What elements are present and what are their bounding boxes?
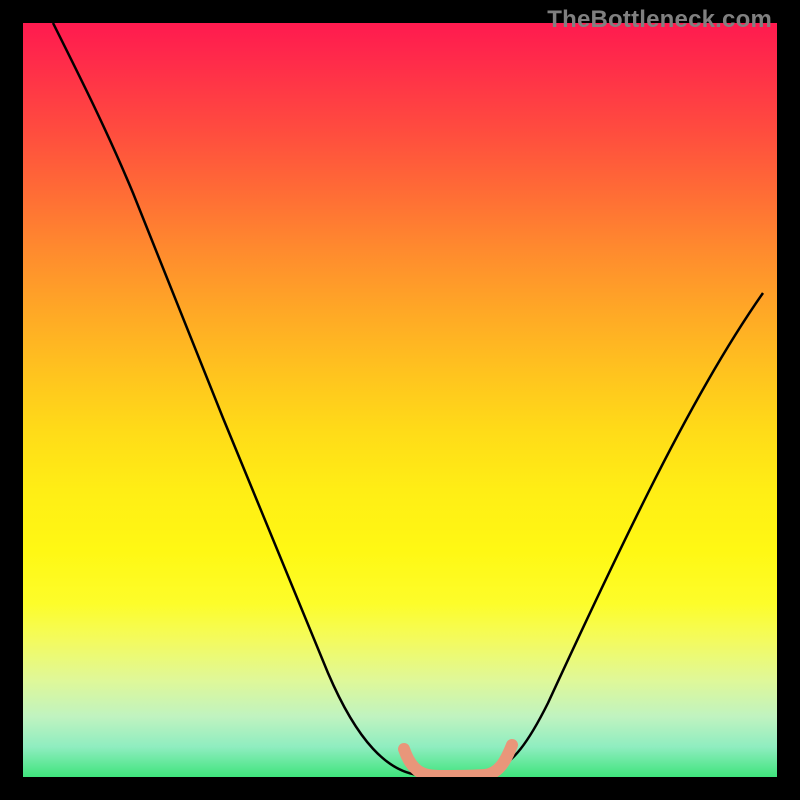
chart-svg xyxy=(23,23,777,777)
plot-area xyxy=(23,23,777,777)
bottleneck-curve xyxy=(53,23,763,776)
optimal-range-marker xyxy=(404,745,512,776)
chart-frame: TheBottleneck.com xyxy=(0,0,800,800)
watermark-text: TheBottleneck.com xyxy=(547,6,772,34)
